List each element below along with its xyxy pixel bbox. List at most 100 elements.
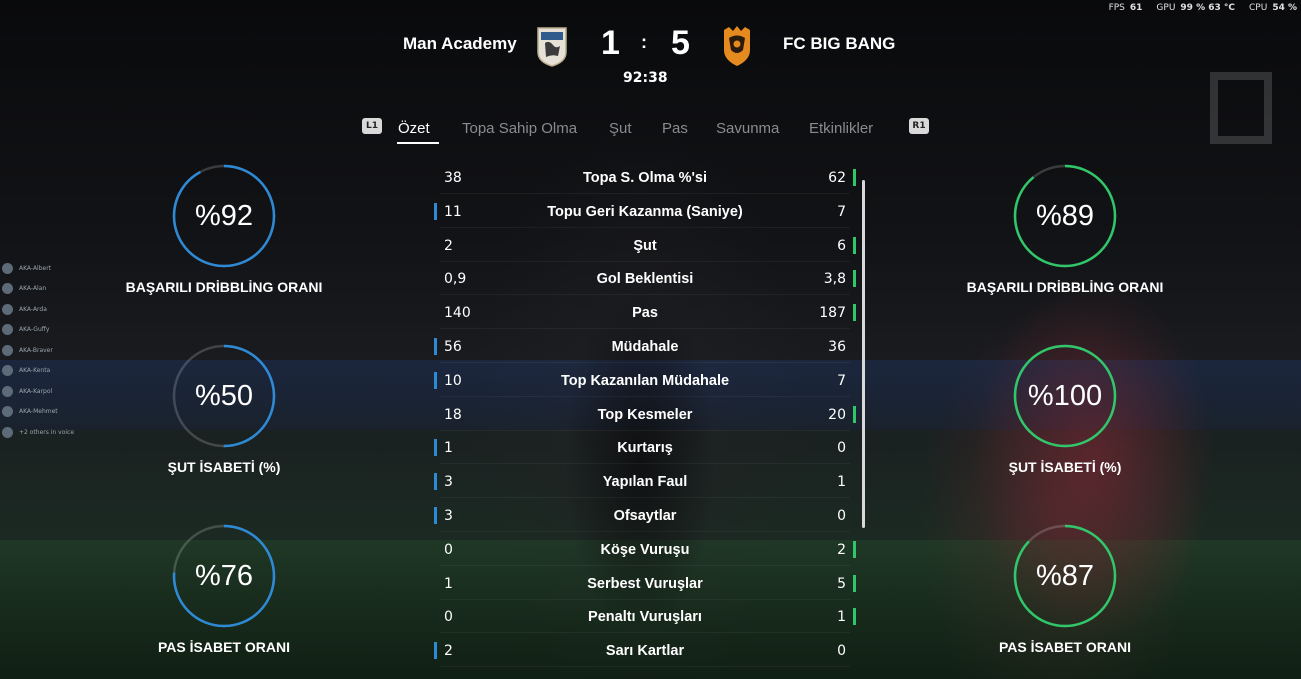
tab-topa-sahip-olma[interactable]: Topa Sahip Olma <box>462 120 577 137</box>
tab-ozet[interactable]: Özet <box>398 120 430 137</box>
stat-row: 38 Topa S. Olma %'si 62 <box>430 160 860 194</box>
away-stat-value: 3,8 <box>823 271 846 288</box>
tab-pas[interactable]: Pas <box>662 120 688 137</box>
home-stat-value: 3 <box>444 474 453 491</box>
away-stat-value: 20 <box>828 406 846 423</box>
home-leader-bar <box>434 642 437 660</box>
tab-etkinlikler[interactable]: Etkinlikler <box>809 120 873 137</box>
home-stat-value: 11 <box>444 203 462 220</box>
voice-chat-member: AKA-Mehmet <box>2 402 74 423</box>
performance-overlay: FPS 61 GPU 99 % 63 °C CPU 54 % <box>1109 3 1297 13</box>
voice-chat-member-name: +2 others in voice <box>19 428 75 436</box>
voice-chat-member-name: AKA-Mehmet <box>19 408 58 416</box>
away-stat-value: 187 <box>819 305 846 322</box>
away-stat-value: 1 <box>837 474 846 491</box>
ring-value: %87 <box>1035 560 1095 592</box>
away-score: 5 <box>671 24 690 62</box>
ring-value: %92 <box>194 200 254 232</box>
home-leader-bar <box>434 338 437 355</box>
home-leader-bar <box>434 439 437 457</box>
voice-chat-member: AKA-Alan <box>2 279 74 300</box>
stat-row: 1 Kurtarış 0 <box>430 430 860 465</box>
away-leader-bar <box>853 405 856 423</box>
away-stat-value: 5 <box>837 575 846 592</box>
stat-row: 3 Ofsaytlar 0 <box>430 498 860 532</box>
avatar-icon <box>2 303 13 315</box>
avatar-icon <box>2 385 13 397</box>
away-stat-value: 0 <box>837 440 846 457</box>
r1-button-icon[interactable]: R1 <box>909 118 929 134</box>
stat-row: 11 Topu Geri Kazanma (Saniye) 7 <box>430 194 860 228</box>
away-leader-bar <box>853 270 856 288</box>
row-divider <box>440 666 850 668</box>
home-leader-bar <box>434 371 437 389</box>
ring-value: %50 <box>194 380 254 412</box>
away-ring-1: %89 <box>1013 164 1117 268</box>
away-stat-value: 2 <box>837 541 846 558</box>
home-stat-value: 1 <box>444 575 453 592</box>
home-stat-value: 0 <box>444 541 453 558</box>
tab-sut[interactable]: Şut <box>609 120 632 137</box>
away-stat-value: 0 <box>837 508 846 524</box>
stat-name: Yapılan Faul <box>602 474 688 491</box>
match-clock: 92:38 <box>623 70 668 86</box>
away-stat-value: 7 <box>837 372 846 389</box>
voice-chat-list: AKA-Albert AKA-Alan AKA-Arda AKA-Guffy AKA-B… <box>2 258 74 443</box>
stat-row: 3 Yapılan Faul 1 <box>430 464 860 499</box>
score-separator: : <box>641 32 647 52</box>
away-leader-bar <box>853 608 856 626</box>
away-stat-value: 36 <box>828 339 846 355</box>
avatar-icon <box>2 324 13 336</box>
home-stat-value: 0,9 <box>444 271 467 288</box>
home-leader-bar <box>434 507 437 524</box>
home-leader-bar <box>434 473 437 491</box>
voice-chat-member: AKA-Karpol <box>2 381 74 402</box>
stat-name: Top Kazanılan Müdahale <box>560 372 730 389</box>
home-stat-value: 1 <box>444 440 453 457</box>
away-stat-value: 6 <box>837 237 846 254</box>
stat-name: Serbest Vuruşlar <box>587 575 703 592</box>
stat-row: 0 Köşe Vuruşu 2 <box>430 532 860 566</box>
l1-button-icon[interactable]: L1 <box>362 118 382 134</box>
avatar-icon <box>2 262 13 274</box>
ring-label: PAS İSABET ORANI <box>999 639 1131 655</box>
home-score: 1 <box>601 24 620 62</box>
fps-indicator: FPS 61 <box>1108 3 1143 13</box>
ring-value: %89 <box>1035 200 1095 232</box>
stat-name: Topu Geri Kazanma (Saniye) <box>547 203 743 220</box>
home-stat-value: 38 <box>444 170 462 186</box>
stats-scrollbar[interactable] <box>862 180 865 528</box>
voice-chat-member-name: AKA-Arda <box>19 305 47 313</box>
gpu-indicator: GPU 99 % 63 °C <box>1156 3 1235 13</box>
avatar-icon <box>2 283 13 295</box>
voice-chat-member: AKA-Braver <box>2 340 74 361</box>
avatar-icon <box>2 344 13 356</box>
voice-chat-member: AKA-Arda <box>2 299 74 320</box>
home-team-name: Man Academy <box>403 34 517 53</box>
home-team-crest-icon <box>537 27 567 67</box>
ring-label: ŞUT İSABETİ (%) <box>1008 459 1122 475</box>
voice-chat-member: AKA-Albert <box>2 258 74 279</box>
home-stat-value: 140 <box>444 305 471 322</box>
stat-row: 2 Sarı Kartlar 0 <box>430 633 860 668</box>
home-stat-value: 18 <box>444 406 462 423</box>
scoreboard: Man Academy 1 : 5 FC BIG BANG <box>0 24 1301 67</box>
stat-row: 1 Serbest Vuruşlar 5 <box>430 566 860 600</box>
ring-value: %76 <box>194 560 254 592</box>
voice-chat-member: AKA-Guffy <box>2 320 74 341</box>
voice-chat-member: AKA-Kenta <box>2 361 74 382</box>
away-stat-value: 1 <box>837 609 846 626</box>
stat-name: Penaltı Vuruşları <box>588 609 702 626</box>
home-stat-value: 3 <box>444 508 453 524</box>
stat-name: Ofsaytlar <box>613 508 677 524</box>
stat-row: 0 Penaltı Vuruşları 1 <box>430 599 860 634</box>
stat-row: 0,9 Gol Beklentisi 3,8 <box>430 261 860 296</box>
stat-name: Köşe Vuruşu <box>600 541 690 558</box>
home-ring-1: %92 <box>172 164 276 268</box>
stat-name: Sarı Kartlar <box>605 643 685 660</box>
cpu-indicator: CPU 54 % <box>1249 3 1297 13</box>
away-leader-bar <box>853 236 856 254</box>
tab-savunma[interactable]: Savunma <box>716 120 779 137</box>
stat-name: Şut <box>633 237 657 254</box>
ring-label: PAS İSABET ORANI <box>158 639 290 655</box>
